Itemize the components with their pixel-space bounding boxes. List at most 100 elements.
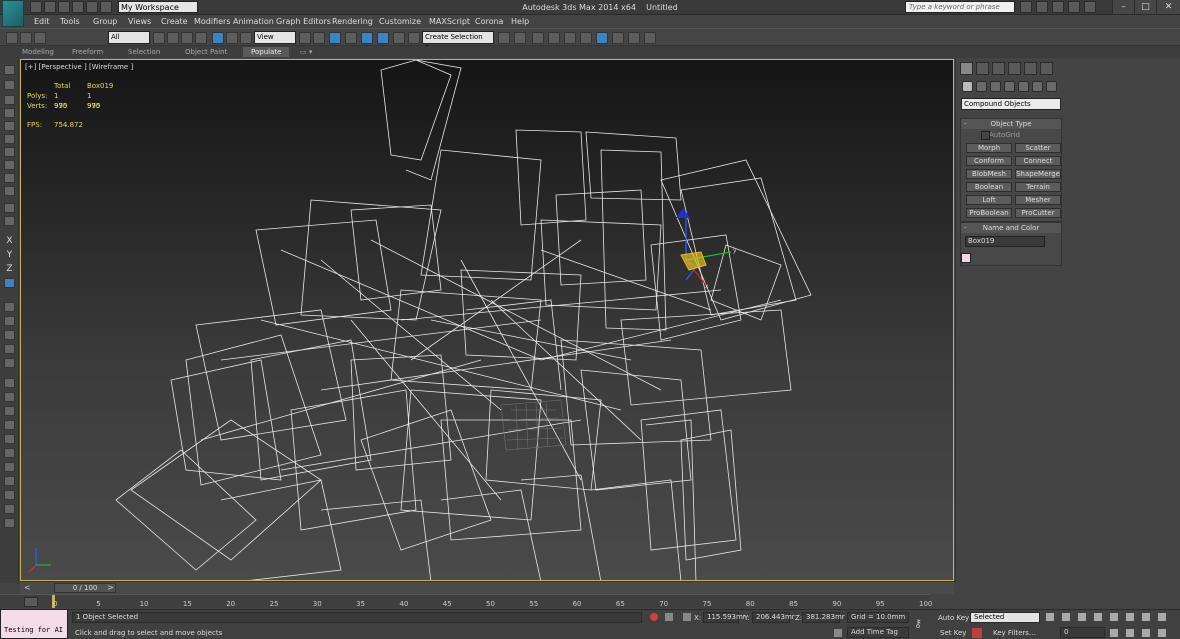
menu-maxscript[interactable]: MAXScript — [429, 16, 470, 27]
proboolean-button[interactable]: ProBoolean — [966, 208, 1012, 218]
helpers-icon[interactable] — [1018, 81, 1029, 92]
normal-align-icon[interactable] — [4, 134, 15, 144]
window-crossing-icon[interactable] — [195, 32, 207, 44]
axis-x-button[interactable]: X — [4, 236, 15, 246]
place-highlight-icon[interactable] — [4, 147, 15, 157]
layers-icon[interactable] — [4, 316, 15, 326]
menu-corona[interactable]: Corona — [475, 16, 503, 27]
menu-modifiers[interactable]: Modifiers — [194, 16, 231, 27]
track-bar[interactable]: 0 5 10 15 20 25 30 35 40 45 50 55 60 65 70 75 80 85 90 95 10… — [0, 594, 932, 608]
y-coordinate-field[interactable]: 206.443mr — [752, 612, 795, 623]
axis-z-button[interactable]: Z — [4, 264, 15, 274]
link-icon[interactable] — [6, 32, 18, 44]
sphere-icon[interactable] — [4, 504, 15, 514]
open-file-icon[interactable] — [44, 1, 56, 13]
menu-animation[interactable]: Animation — [233, 16, 274, 27]
procutter-button[interactable]: ProCutter — [1015, 208, 1061, 218]
scatter-button[interactable]: Scatter — [1015, 143, 1061, 153]
clone-icon[interactable] — [4, 173, 15, 183]
cameras-icon[interactable] — [1004, 81, 1015, 92]
object-name-field[interactable]: Box019 — [965, 236, 1045, 247]
maximize-viewport-icon[interactable] — [1158, 629, 1166, 637]
play-icon[interactable] — [1078, 613, 1086, 621]
schematic-view-icon[interactable] — [580, 32, 592, 44]
key-mode-dropdown[interactable]: Selected — [970, 612, 1040, 623]
geometry-icon[interactable] — [962, 81, 973, 92]
auto-key-button[interactable]: Auto Key — [938, 614, 969, 623]
align-view-icon[interactable] — [4, 121, 15, 131]
box-icon[interactable] — [4, 518, 15, 528]
isolate-toggle-icon[interactable] — [650, 613, 658, 621]
mesher-button[interactable]: Mesher — [1015, 195, 1061, 205]
viewport-label[interactable]: [+] [Perspective ] [Wireframe ] — [25, 63, 133, 71]
curve-editor-icon[interactable] — [564, 32, 576, 44]
rendered-frame-icon[interactable] — [628, 32, 640, 44]
current-frame-field[interactable]: 0 — [1060, 627, 1105, 638]
select-rotate-icon[interactable] — [226, 32, 238, 44]
tab-selection[interactable]: Selection — [128, 47, 160, 57]
scene-explorer-icon[interactable] — [4, 302, 15, 312]
close-icon[interactable]: ✕ — [1156, 0, 1180, 14]
object-type-header[interactable]: - Object Type — [961, 119, 1061, 129]
graphite-toolbox-icon[interactable] — [548, 32, 560, 44]
utility-icon[interactable] — [4, 490, 15, 500]
axis-y-button[interactable]: Y — [4, 250, 15, 260]
material-icon[interactable] — [4, 392, 15, 402]
selection-filter-dropdown[interactable]: All — [108, 31, 150, 44]
select-scale-icon[interactable] — [240, 32, 252, 44]
lights-icon[interactable] — [990, 81, 1001, 92]
set-key-button[interactable]: Set Key — [940, 629, 966, 638]
connect-button[interactable]: Connect — [1015, 156, 1061, 166]
tab-object-paint[interactable]: Object Paint — [185, 47, 227, 57]
wireframe-scene[interactable]: y x — [21, 60, 954, 581]
spacing-tool-icon[interactable] — [4, 186, 15, 196]
pan-view-icon[interactable] — [1126, 629, 1134, 637]
binoculars-icon[interactable] — [1020, 1, 1032, 13]
menu-views[interactable]: Views — [128, 16, 151, 27]
set-key-icon[interactable] — [972, 628, 982, 638]
maxscript-listener[interactable]: Testing for AI — [0, 609, 68, 639]
shapes-icon[interactable] — [976, 81, 987, 92]
snap-icon[interactable] — [4, 65, 15, 75]
new-file-icon[interactable] — [30, 1, 42, 13]
time-tag-icon[interactable] — [834, 629, 842, 637]
create-tab-icon[interactable] — [960, 62, 973, 75]
lock-selection-icon[interactable] — [4, 216, 15, 226]
named-selection-dropdown[interactable]: Create Selection Se — [422, 31, 494, 52]
system-icon[interactable] — [4, 476, 15, 486]
previous-key-icon[interactable] — [1062, 613, 1070, 621]
display-icon[interactable] — [4, 358, 15, 368]
menu-rendering[interactable]: Rendering — [332, 16, 373, 27]
minimize-icon[interactable]: – — [1112, 0, 1134, 14]
menu-customize[interactable]: Customize — [379, 16, 421, 27]
help-icon[interactable] — [1084, 1, 1096, 13]
isolate-icon[interactable] — [4, 160, 15, 170]
next-key-icon[interactable] — [1094, 613, 1102, 621]
undo-icon[interactable] — [72, 1, 84, 13]
snapshot-icon[interactable] — [4, 203, 15, 213]
reference-coordinate-dropdown[interactable]: View — [254, 31, 296, 44]
utilities-tab-icon[interactable] — [1040, 62, 1053, 75]
percent-snap-icon[interactable] — [377, 32, 389, 44]
helper-icon[interactable] — [4, 448, 15, 458]
mini-curve-editor-icon[interactable] — [24, 597, 38, 607]
select-object-icon[interactable] — [153, 32, 165, 44]
material-editor-icon[interactable] — [596, 32, 608, 44]
selection-lock-icon[interactable] — [665, 613, 673, 621]
go-to-start-icon[interactable] — [1046, 613, 1054, 621]
render-icon[interactable] — [4, 378, 15, 388]
modify-tab-icon[interactable] — [976, 62, 989, 75]
key-filters-button[interactable]: Key Filters... — [993, 629, 1036, 638]
menu-group[interactable]: Group — [93, 16, 117, 27]
camera-icon[interactable] — [4, 434, 15, 444]
snaps-toggle-icon[interactable] — [345, 32, 357, 44]
favorites-star-icon[interactable] — [1068, 1, 1080, 13]
zoom-extents-icon[interactable] — [1158, 613, 1166, 621]
menu-tools[interactable]: Tools — [60, 16, 80, 27]
maximize-icon[interactable]: □ — [1134, 0, 1156, 14]
field-of-view-icon[interactable] — [1110, 629, 1118, 637]
systems-icon[interactable] — [1046, 81, 1057, 92]
array-icon[interactable] — [4, 108, 15, 118]
object-category-dropdown[interactable]: Compound Objects — [961, 98, 1061, 110]
mirror-icon[interactable] — [498, 32, 510, 44]
